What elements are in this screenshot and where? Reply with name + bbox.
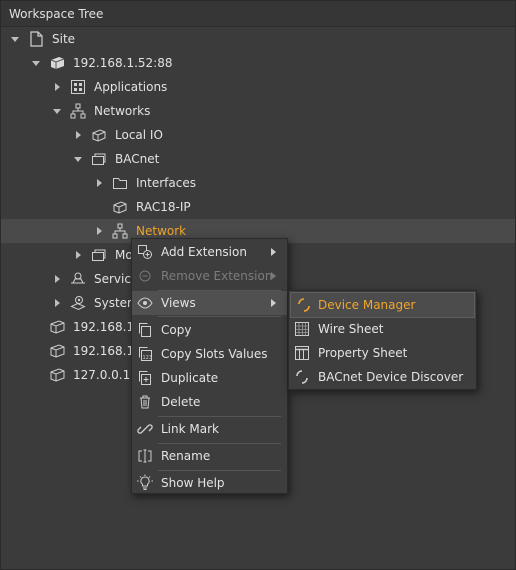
submenu-item-device-manager[interactable]: Device Manager bbox=[290, 292, 475, 318]
chevron-right-icon[interactable] bbox=[55, 299, 60, 307]
tree-item-interfaces[interactable]: Interfaces bbox=[1, 171, 515, 195]
menu-item-rename[interactable]: Rename bbox=[132, 444, 287, 468]
add-extension-icon bbox=[136, 243, 154, 261]
menu-item-label: Device Manager bbox=[318, 298, 416, 312]
chevron-right-icon[interactable] bbox=[55, 275, 60, 283]
menu-item-label: Views bbox=[161, 296, 196, 310]
tree-item-label: Interfaces bbox=[136, 176, 196, 190]
menu-item-label: Wire Sheet bbox=[318, 322, 384, 336]
menu-item-label: Delete bbox=[161, 395, 201, 409]
menu-item-copy[interactable]: Copy bbox=[132, 318, 287, 342]
chevron-right-icon[interactable] bbox=[76, 131, 81, 139]
tree-item-label: RAC18-IP bbox=[136, 200, 191, 214]
device-icon bbox=[90, 126, 108, 144]
network-icon bbox=[69, 102, 87, 120]
menu-item-label: Property Sheet bbox=[318, 346, 408, 360]
page-icon bbox=[27, 30, 45, 48]
property-sheet-icon bbox=[293, 344, 311, 362]
wire-sheet-icon bbox=[293, 320, 311, 338]
tree-item-label: Site bbox=[52, 32, 76, 46]
menu-item-add-extension[interactable]: Add Extension bbox=[132, 240, 287, 264]
tree-item-rac18-ip[interactable]: RAC18-IP bbox=[1, 195, 515, 219]
remove-extension-icon bbox=[136, 267, 154, 285]
menu-item-duplicate[interactable]: Duplicate bbox=[132, 366, 287, 390]
copy-slots-icon: 123 bbox=[136, 345, 154, 363]
tree-item-bacnet[interactable]: BACnet bbox=[1, 147, 515, 171]
duplicate-icon bbox=[136, 369, 154, 387]
views-submenu: Device Manager Wire Sheet Property Sheet… bbox=[288, 290, 477, 390]
chevron-down-icon[interactable] bbox=[74, 157, 82, 162]
context-menu: Add Extension Remove Extension Views Cop… bbox=[131, 238, 288, 494]
tree-item-site[interactable]: Site bbox=[1, 27, 515, 51]
menu-item-copy-slots-values[interactable]: 123 Copy Slots Values bbox=[132, 342, 287, 366]
chevron-right-icon[interactable] bbox=[97, 179, 102, 187]
device-manager-icon bbox=[295, 296, 313, 314]
menu-item-delete[interactable]: Delete bbox=[132, 390, 287, 414]
trash-icon bbox=[136, 393, 154, 411]
submenu-item-bacnet-device-discover[interactable]: BACnet Device Discover bbox=[289, 365, 476, 389]
menu-item-label: Remove Extension bbox=[161, 269, 273, 283]
bacnet-icon bbox=[90, 150, 108, 168]
menu-item-label: Copy Slots Values bbox=[161, 347, 268, 361]
menu-item-label: BACnet Device Discover bbox=[318, 370, 464, 384]
discover-icon bbox=[293, 368, 311, 386]
menu-item-views[interactable]: Views bbox=[132, 291, 287, 315]
eye-icon bbox=[136, 294, 154, 312]
chevron-right-icon bbox=[271, 248, 276, 256]
menu-item-label: Copy bbox=[161, 323, 192, 337]
panel-title: Workspace Tree bbox=[9, 7, 104, 21]
tree-item-networks[interactable]: Networks bbox=[1, 99, 515, 123]
tree-item-label: 192.168.1.52:88 bbox=[73, 56, 173, 70]
tree-item-label: Local IO bbox=[115, 128, 163, 142]
chevron-right-icon[interactable] bbox=[55, 83, 60, 91]
menu-item-show-help[interactable]: Show Help bbox=[132, 471, 287, 495]
menu-item-label: Duplicate bbox=[161, 371, 219, 385]
applications-icon bbox=[69, 78, 87, 96]
panel-header: Workspace Tree bbox=[1, 1, 515, 27]
menu-item-remove-extension[interactable]: Remove Extension bbox=[132, 264, 287, 288]
chevron-right-icon bbox=[271, 299, 276, 307]
services-icon bbox=[69, 270, 87, 288]
folder-icon bbox=[111, 174, 129, 192]
tree-item-label: 192.168.1. bbox=[73, 344, 138, 358]
tree-item-label: Network bbox=[136, 224, 187, 238]
device-icon bbox=[111, 198, 129, 216]
menu-item-link-mark[interactable]: Link Mark bbox=[132, 417, 287, 441]
tree-item-label: Networks bbox=[94, 104, 151, 118]
station-icon bbox=[48, 366, 66, 384]
submenu-item-wire-sheet[interactable]: Wire Sheet bbox=[289, 317, 476, 341]
tree-item-local-io[interactable]: Local IO bbox=[1, 123, 515, 147]
station-icon bbox=[48, 54, 66, 72]
network-icon bbox=[111, 222, 129, 240]
menu-item-label: Rename bbox=[161, 449, 211, 463]
tree-item-label: 192.168.1. bbox=[73, 320, 138, 334]
menu-item-label: Link Mark bbox=[161, 422, 219, 436]
svg-text:123: 123 bbox=[143, 355, 153, 361]
station-icon bbox=[48, 342, 66, 360]
tree-item-label: BACnet bbox=[115, 152, 160, 166]
menu-item-label: Show Help bbox=[161, 476, 225, 490]
rename-icon bbox=[136, 447, 154, 465]
menu-divider bbox=[158, 316, 281, 317]
chevron-down-icon[interactable] bbox=[11, 37, 19, 42]
chevron-down-icon[interactable] bbox=[32, 61, 40, 66]
chevron-right-icon[interactable] bbox=[76, 251, 81, 259]
tree-item-station[interactable]: 192.168.1.52:88 bbox=[1, 51, 515, 75]
station-icon bbox=[48, 318, 66, 336]
menu-item-label: Add Extension bbox=[161, 245, 247, 259]
chevron-right-icon[interactable] bbox=[97, 227, 102, 235]
link-icon bbox=[136, 420, 154, 438]
chevron-right-icon bbox=[271, 272, 276, 280]
lightbulb-icon bbox=[136, 474, 154, 492]
submenu-item-property-sheet[interactable]: Property Sheet bbox=[289, 341, 476, 365]
tree-item-applications[interactable]: Applications bbox=[1, 75, 515, 99]
chevron-down-icon[interactable] bbox=[53, 109, 61, 114]
copy-icon bbox=[136, 321, 154, 339]
bacnet-icon bbox=[90, 246, 108, 264]
system-icon bbox=[69, 294, 87, 312]
tree-item-label: Applications bbox=[94, 80, 168, 94]
